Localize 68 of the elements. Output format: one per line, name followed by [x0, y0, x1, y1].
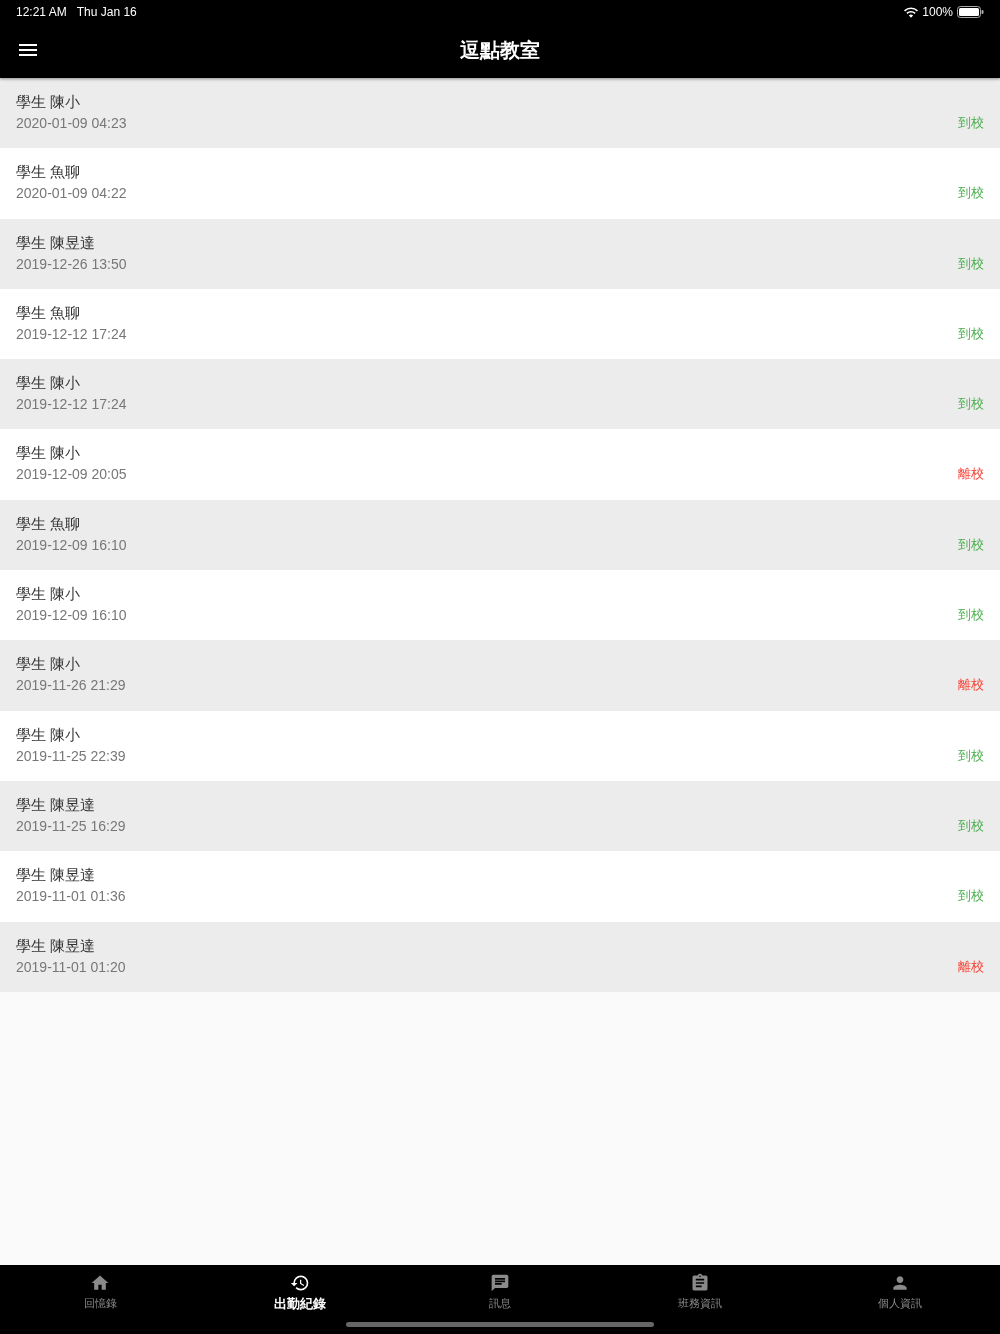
- attendance-row[interactable]: 學生 魚聊 2020-01-09 04:22 到校: [0, 148, 1000, 219]
- student-name: 學生 陳昱達: [16, 935, 97, 956]
- student-name: 學生 陳昱達: [16, 794, 97, 815]
- student-name: 學生 陳小: [16, 443, 82, 464]
- attendance-status: 到校: [958, 114, 984, 132]
- menu-icon: [19, 44, 37, 56]
- attendance-row[interactable]: 學生 陳昱達 2019-12-26 13:50 到校: [0, 218, 1000, 289]
- attendance-status: 離校: [958, 676, 984, 695]
- record-time: 2019-12-09 16:10: [16, 606, 128, 626]
- clipboard-icon: [690, 1273, 710, 1293]
- record-time: 2019-11-01 01:20: [16, 957, 127, 977]
- record-time: 2019-12-26 13:50: [16, 254, 128, 274]
- page-title: 逗點教室: [460, 38, 540, 63]
- record-time: 2019-11-01 01:36: [16, 887, 127, 907]
- attendance-row[interactable]: 學生 陳小 2019-12-12 17:24 到校: [0, 359, 1000, 430]
- attendance-status: 到校: [958, 746, 984, 765]
- record-time: 2019-11-25 16:29: [16, 816, 127, 836]
- attendance-status: 到校: [958, 535, 984, 554]
- attendance-row[interactable]: 學生 陳小 2020-01-09 04:23 到校: [0, 78, 1000, 149]
- attendance-row[interactable]: 學生 陳小 2019-11-25 22:39 到校: [0, 710, 1000, 781]
- attendance-row[interactable]: 學生 陳小 2019-12-09 16:10 到校: [0, 570, 1000, 641]
- record-time: 2020-01-09 04:22: [16, 184, 128, 204]
- tab-item[interactable]: 回憶錄: [75, 1265, 125, 1334]
- student-name: 學生 陳小: [16, 584, 82, 605]
- chat-icon: [490, 1273, 510, 1293]
- wifi-icon: [904, 6, 919, 18]
- record-time: 2019-11-26 21:29: [16, 676, 127, 696]
- attendance-row[interactable]: 學生 陳昱達 2019-11-01 01:36 到校: [0, 851, 1000, 922]
- student-name: 學生 魚聊: [16, 513, 82, 534]
- student-name: 學生 陳昱達: [16, 232, 97, 253]
- record-time: 2019-11-25 22:39: [16, 746, 127, 766]
- attendance-status: 到校: [958, 887, 984, 906]
- record-time: 2019-12-09 16:10: [16, 535, 128, 555]
- tab-item[interactable]: 出勤紀錄: [266, 1265, 334, 1334]
- attendance-row[interactable]: 學生 魚聊 2019-12-12 17:24 到校: [0, 288, 1000, 360]
- attendance-status: 到校: [958, 606, 984, 625]
- student-name: 學生 陳小: [16, 92, 82, 112]
- attendance-row[interactable]: 學生 魚聊 2019-12-09 16:10 到校: [0, 499, 1000, 571]
- tab-item[interactable]: 班務資訊: [670, 1265, 730, 1334]
- battery-icon: [957, 6, 984, 18]
- attendance-row[interactable]: 學生 陳昱達 2019-11-25 16:29 到校: [0, 780, 1000, 852]
- battery-percent: 100%: [922, 4, 953, 21]
- record-time: 2019-12-12 17:24: [16, 324, 128, 344]
- tab-item[interactable]: 個人資訊: [870, 1265, 930, 1334]
- attendance-status: 到校: [958, 324, 984, 343]
- attendance-status: 離校: [958, 957, 984, 976]
- history-icon: [290, 1273, 310, 1293]
- status-date: Thu Jan 16: [76, 4, 137, 21]
- attendance-row[interactable]: 學生 陳小 2019-11-26 21:29 離校: [0, 640, 1000, 711]
- student-name: 學生 陳昱達: [16, 865, 97, 886]
- tab-item[interactable]: 訊息: [481, 1265, 519, 1334]
- student-name: 學生 陳小: [16, 724, 82, 745]
- student-name: 學生 魚聊: [16, 162, 82, 183]
- attendance-row[interactable]: 學生 陳昱達 2019-11-01 01:20 離校: [0, 921, 1000, 992]
- student-name: 學生 陳小: [16, 373, 82, 394]
- attendance-status: 到校: [958, 395, 984, 414]
- attendance-status: 到校: [958, 816, 984, 835]
- attendance-status: 離校: [958, 465, 984, 484]
- status-time: 12:21 AM: [16, 4, 67, 21]
- attendance-row[interactable]: 學生 陳小 2019-12-09 20:05 離校: [0, 429, 1000, 500]
- student-name: 學生 陳小: [16, 654, 82, 675]
- attendance-status: 到校: [958, 254, 984, 273]
- home-icon: [90, 1273, 110, 1293]
- record-time: 2019-12-09 20:05: [16, 465, 128, 485]
- record-time: 2020-01-09 04:23: [16, 114, 128, 133]
- student-name: 學生 魚聊: [16, 302, 82, 323]
- attendance-status: 到校: [958, 184, 984, 203]
- record-time: 2019-12-12 17:24: [16, 395, 128, 415]
